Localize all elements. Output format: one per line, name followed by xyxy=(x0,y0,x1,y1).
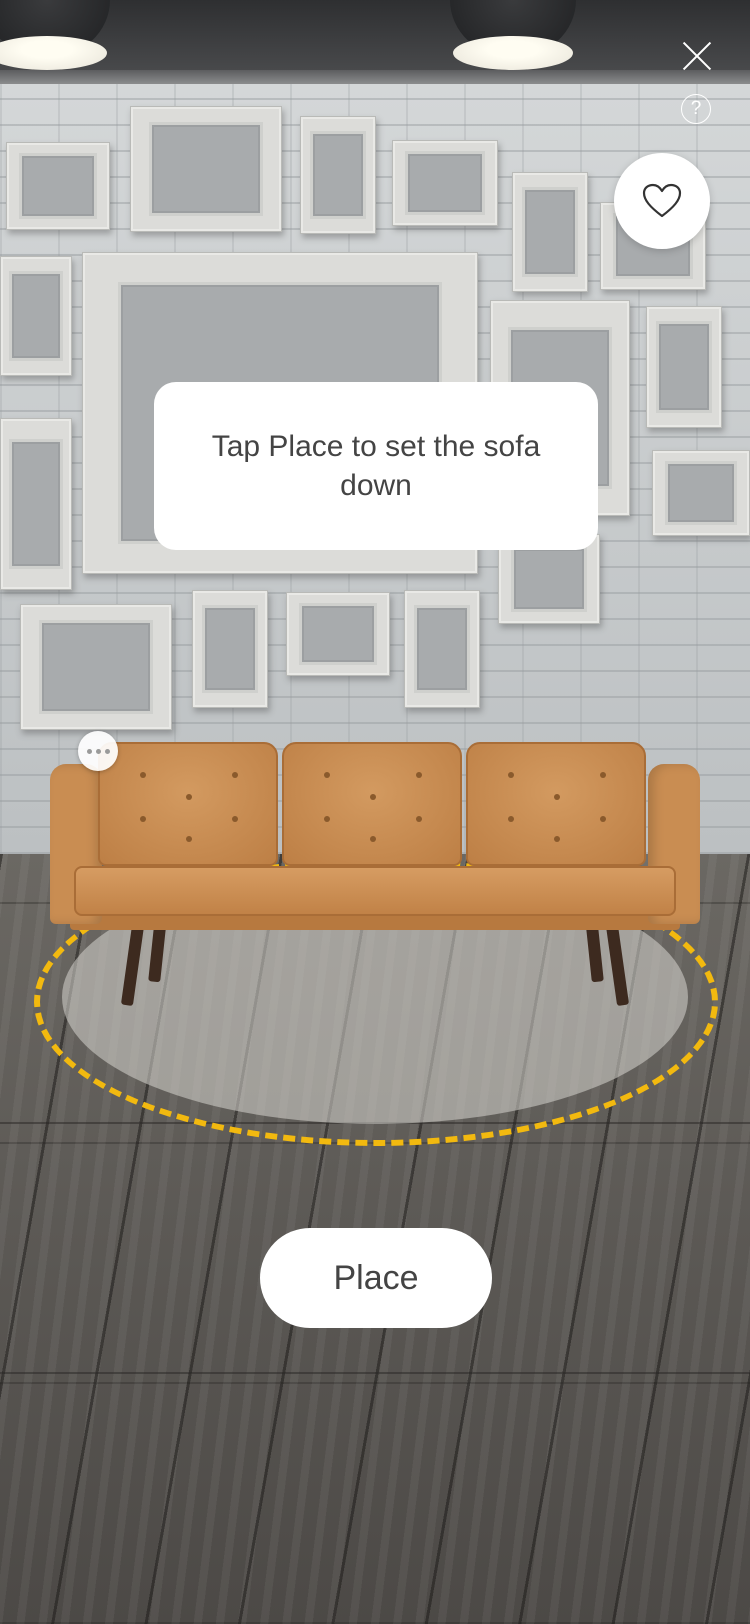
floor-seam xyxy=(0,1372,750,1374)
help-icon[interactable]: ? xyxy=(681,94,711,124)
ceiling xyxy=(0,0,750,78)
place-button[interactable]: Place xyxy=(260,1228,492,1328)
instruction-toast: Tap Place to set the sofa down xyxy=(154,382,598,550)
toast-message: Tap Place to set the sofa down xyxy=(211,430,541,502)
picture-frame xyxy=(6,142,110,230)
picture-frame xyxy=(0,418,72,590)
picture-frame xyxy=(286,592,390,676)
close-icon[interactable] xyxy=(676,36,716,76)
ar-camera-view[interactable] xyxy=(0,0,750,1624)
ceiling-trim xyxy=(0,70,750,84)
picture-frame xyxy=(0,256,72,376)
sofa-model[interactable] xyxy=(50,740,700,1010)
place-button-label: Place xyxy=(333,1258,419,1297)
pendant-lamp xyxy=(0,0,110,72)
back-cushion xyxy=(282,742,462,866)
pendant-lamp xyxy=(450,0,576,72)
help-label: ? xyxy=(690,98,702,119)
picture-frame xyxy=(404,590,480,708)
sofa-leg xyxy=(148,925,166,983)
sofa-leg xyxy=(120,925,144,1007)
picture-frame xyxy=(646,306,722,428)
picture-frame xyxy=(192,590,268,708)
picture-frame xyxy=(20,604,172,730)
back-cushion xyxy=(98,742,278,866)
picture-frame xyxy=(512,172,588,292)
favorite-button[interactable] xyxy=(614,153,710,249)
sofa-leg xyxy=(586,925,604,983)
picture-frame xyxy=(652,450,750,536)
picture-frame xyxy=(130,106,282,232)
sofa-leg xyxy=(606,925,630,1007)
picture-frame xyxy=(392,140,498,226)
heart-icon xyxy=(642,183,682,218)
picture-frame xyxy=(300,116,376,234)
more-horizontal-icon[interactable] xyxy=(78,731,118,771)
seat-cushion xyxy=(74,866,676,916)
back-cushion xyxy=(466,742,646,866)
